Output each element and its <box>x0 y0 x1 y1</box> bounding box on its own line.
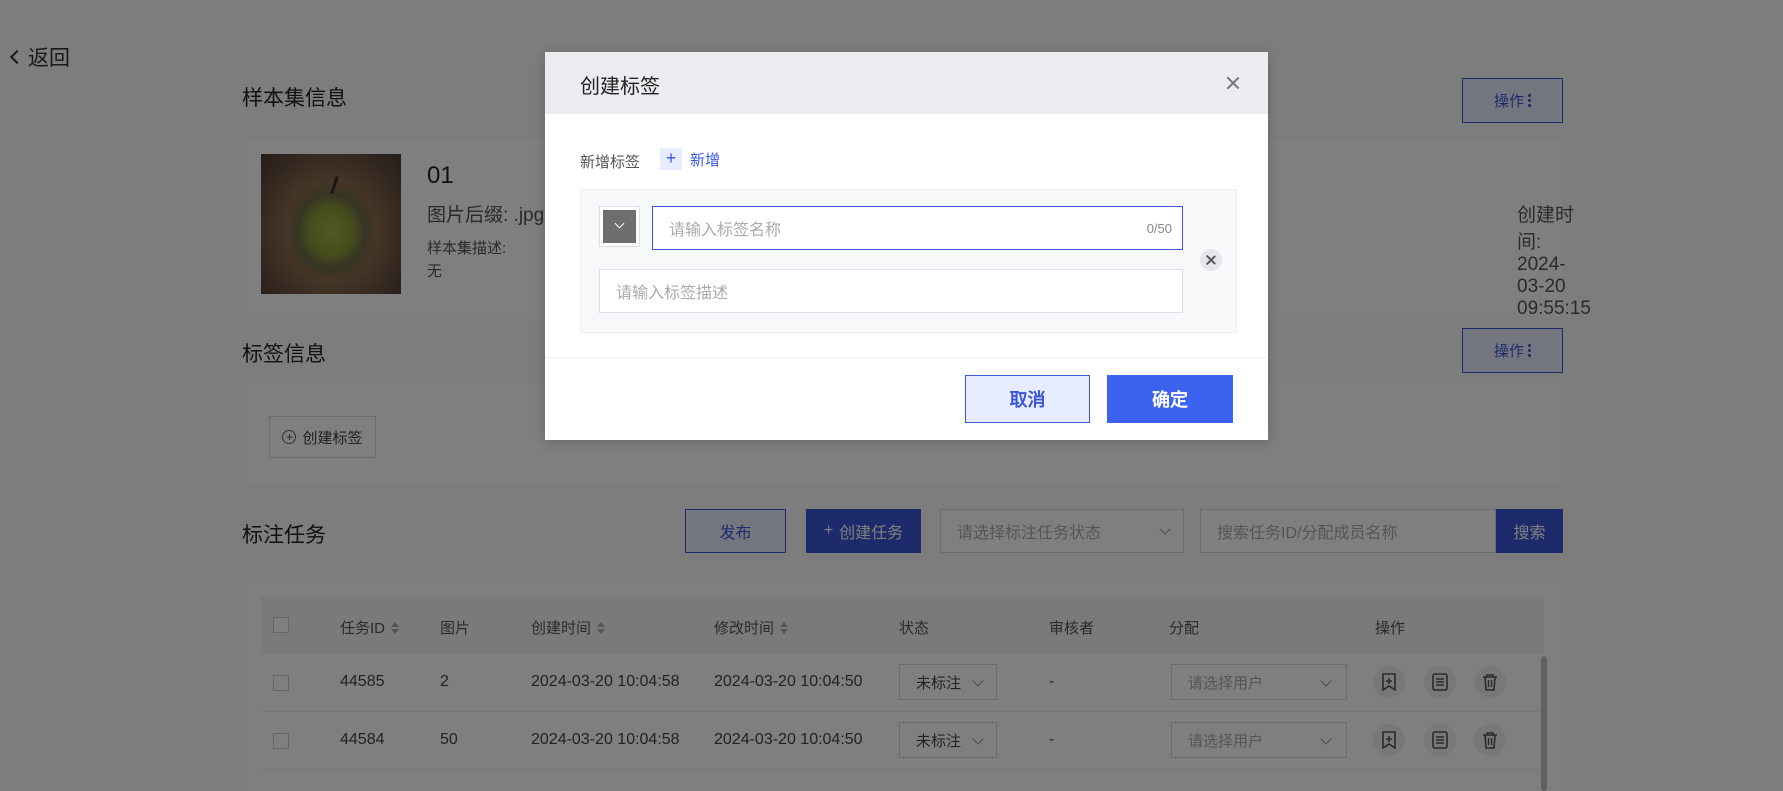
add-tag-button[interactable]: + 新增 <box>660 148 720 170</box>
add-tag-label: 新增标签 <box>580 154 641 171</box>
dialog-divider <box>545 357 1268 358</box>
create-tag-dialog: 创建标签 新增标签 + 新增 请输入标签名称 0/50 请输入标签描述 取消 确… <box>545 52 1268 440</box>
color-swatch-chevron-icon <box>603 210 636 243</box>
cancel-button[interactable]: 取消 <box>965 375 1090 423</box>
plus-icon: + <box>660 148 682 170</box>
close-icon[interactable] <box>1226 76 1240 90</box>
tag-name-counter: 0/50 <box>1146 221 1172 236</box>
tag-desc-placeholder: 请输入标签描述 <box>616 285 729 302</box>
confirm-label: 确定 <box>1152 390 1188 410</box>
tag-entry-box: 请输入标签名称 0/50 请输入标签描述 <box>580 189 1237 333</box>
remove-tag-icon[interactable] <box>1200 249 1222 271</box>
tag-desc-input[interactable]: 请输入标签描述 <box>599 269 1183 313</box>
cancel-label: 取消 <box>1009 390 1046 410</box>
tag-name-input[interactable]: 请输入标签名称 0/50 <box>652 206 1183 250</box>
tag-name-placeholder: 请输入标签名称 <box>669 222 782 239</box>
confirm-button[interactable]: 确定 <box>1107 375 1233 423</box>
dialog-title: 创建标签 <box>580 76 660 98</box>
add-tag-button-label: 新增 <box>690 151 721 169</box>
color-picker[interactable] <box>599 206 640 247</box>
dialog-header: 创建标签 <box>545 52 1268 114</box>
